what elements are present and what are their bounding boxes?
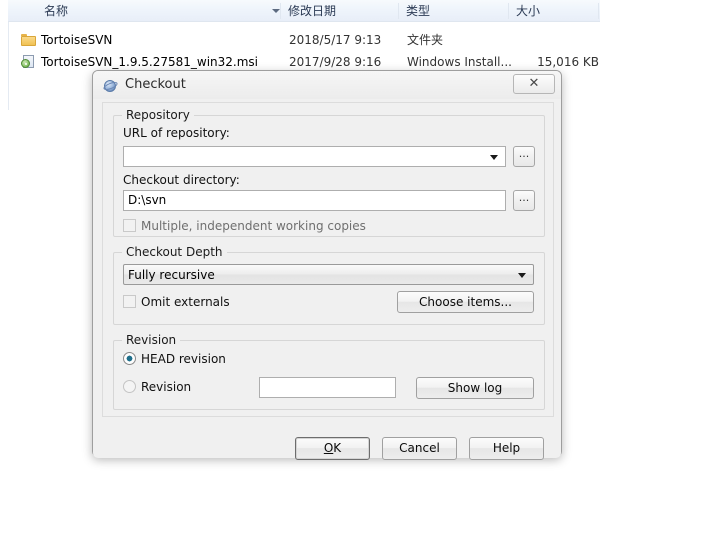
checkout-depth-group-label: Checkout Depth: [122, 245, 227, 259]
checkout-depth-combobox[interactable]: Fully recursive: [123, 264, 534, 285]
file-size: [517, 30, 599, 50]
file-date: 2017/9/28 9:16: [289, 55, 382, 69]
table-row[interactable]: TortoiseSVN_1.9.5.27581_win32.msi 2017/9…: [9, 52, 599, 72]
column-header-date[interactable]: 修改日期: [288, 2, 336, 21]
multiple-working-copies-checkbox[interactable]: [123, 219, 136, 232]
file-type: Windows Install...: [407, 55, 512, 69]
sort-ascending-arrow-icon[interactable]: [272, 9, 280, 13]
column-separator[interactable]: [280, 3, 281, 19]
checkout-dialog: Checkout ✕ Repository URL of repository:…: [92, 70, 562, 460]
chevron-down-icon[interactable]: [490, 154, 498, 160]
cancel-button[interactable]: Cancel: [382, 437, 457, 460]
dialog-title: Checkout: [125, 77, 186, 92]
revision-group: Revision HEAD revision Revision Show log: [113, 333, 545, 410]
help-button[interactable]: Help: [469, 437, 544, 460]
close-icon: ✕: [528, 76, 540, 91]
omit-externals-checkbox[interactable]: [123, 295, 136, 308]
file-type: 文件夹: [407, 33, 444, 47]
checkout-directory-label: Checkout directory:: [123, 173, 240, 187]
revision-group-label: Revision: [122, 333, 181, 347]
dialog-title-bar[interactable]: Checkout ✕: [93, 71, 561, 99]
column-header-name[interactable]: 名称: [44, 2, 68, 21]
checkout-directory-browse-button[interactable]: ...: [513, 190, 535, 211]
dialog-content-panel: Repository URL of repository: ... Checko…: [102, 102, 554, 417]
file-size: 15,016 KB: [537, 55, 599, 69]
close-button[interactable]: ✕: [513, 74, 555, 94]
revision-number-input[interactable]: [259, 377, 396, 398]
folder-icon: [21, 34, 36, 46]
omit-externals-label: Omit externals: [141, 295, 230, 309]
chevron-down-icon[interactable]: [518, 272, 526, 278]
column-header-type[interactable]: 类型: [406, 2, 430, 21]
column-separator[interactable]: [398, 3, 399, 19]
column-header-size[interactable]: 大小: [516, 2, 540, 21]
choose-items-button[interactable]: Choose items...: [397, 291, 534, 313]
revision-label: Revision: [141, 380, 192, 394]
column-separator[interactable]: [598, 3, 599, 19]
repository-group-label: Repository: [122, 108, 194, 122]
dialog-body: Repository URL of repository: ... Checko…: [93, 99, 561, 460]
file-name: TortoiseSVN_1.9.5.27581_win32.msi: [41, 55, 259, 69]
repository-url-combobox[interactable]: [123, 146, 506, 167]
head-revision-radio[interactable]: [123, 352, 136, 365]
head-revision-label: HEAD revision: [141, 352, 226, 366]
ok-button-accel: O: [323, 441, 334, 455]
repository-url-browse-button[interactable]: ...: [513, 146, 535, 167]
repository-group: Repository URL of repository: ... Checko…: [113, 108, 545, 237]
revision-radio[interactable]: [123, 380, 136, 393]
ok-button-rest: K: [333, 441, 342, 455]
show-log-button[interactable]: Show log: [416, 377, 534, 399]
checkout-depth-value: Fully recursive: [128, 268, 215, 282]
file-name: TortoiseSVN: [41, 33, 113, 47]
multiple-working-copies-label: Multiple, independent working copies: [141, 219, 366, 233]
file-date: 2018/5/17 9:13: [289, 33, 382, 47]
explorer-column-header: 名称 修改日期 类型 大小: [8, 0, 600, 22]
ok-button[interactable]: OK: [295, 437, 370, 460]
table-row[interactable]: TortoiseSVN 2018/5/17 9:13 文件夹: [9, 30, 599, 50]
checkout-depth-group: Checkout Depth Fully recursive Omit exte…: [113, 245, 545, 325]
tortoisesvn-globe-icon: [102, 77, 119, 93]
column-separator[interactable]: [508, 3, 509, 19]
msi-installer-icon: [21, 55, 35, 69]
checkout-directory-input[interactable]: D:\svn: [123, 190, 506, 211]
url-of-repository-label: URL of repository:: [123, 126, 230, 140]
